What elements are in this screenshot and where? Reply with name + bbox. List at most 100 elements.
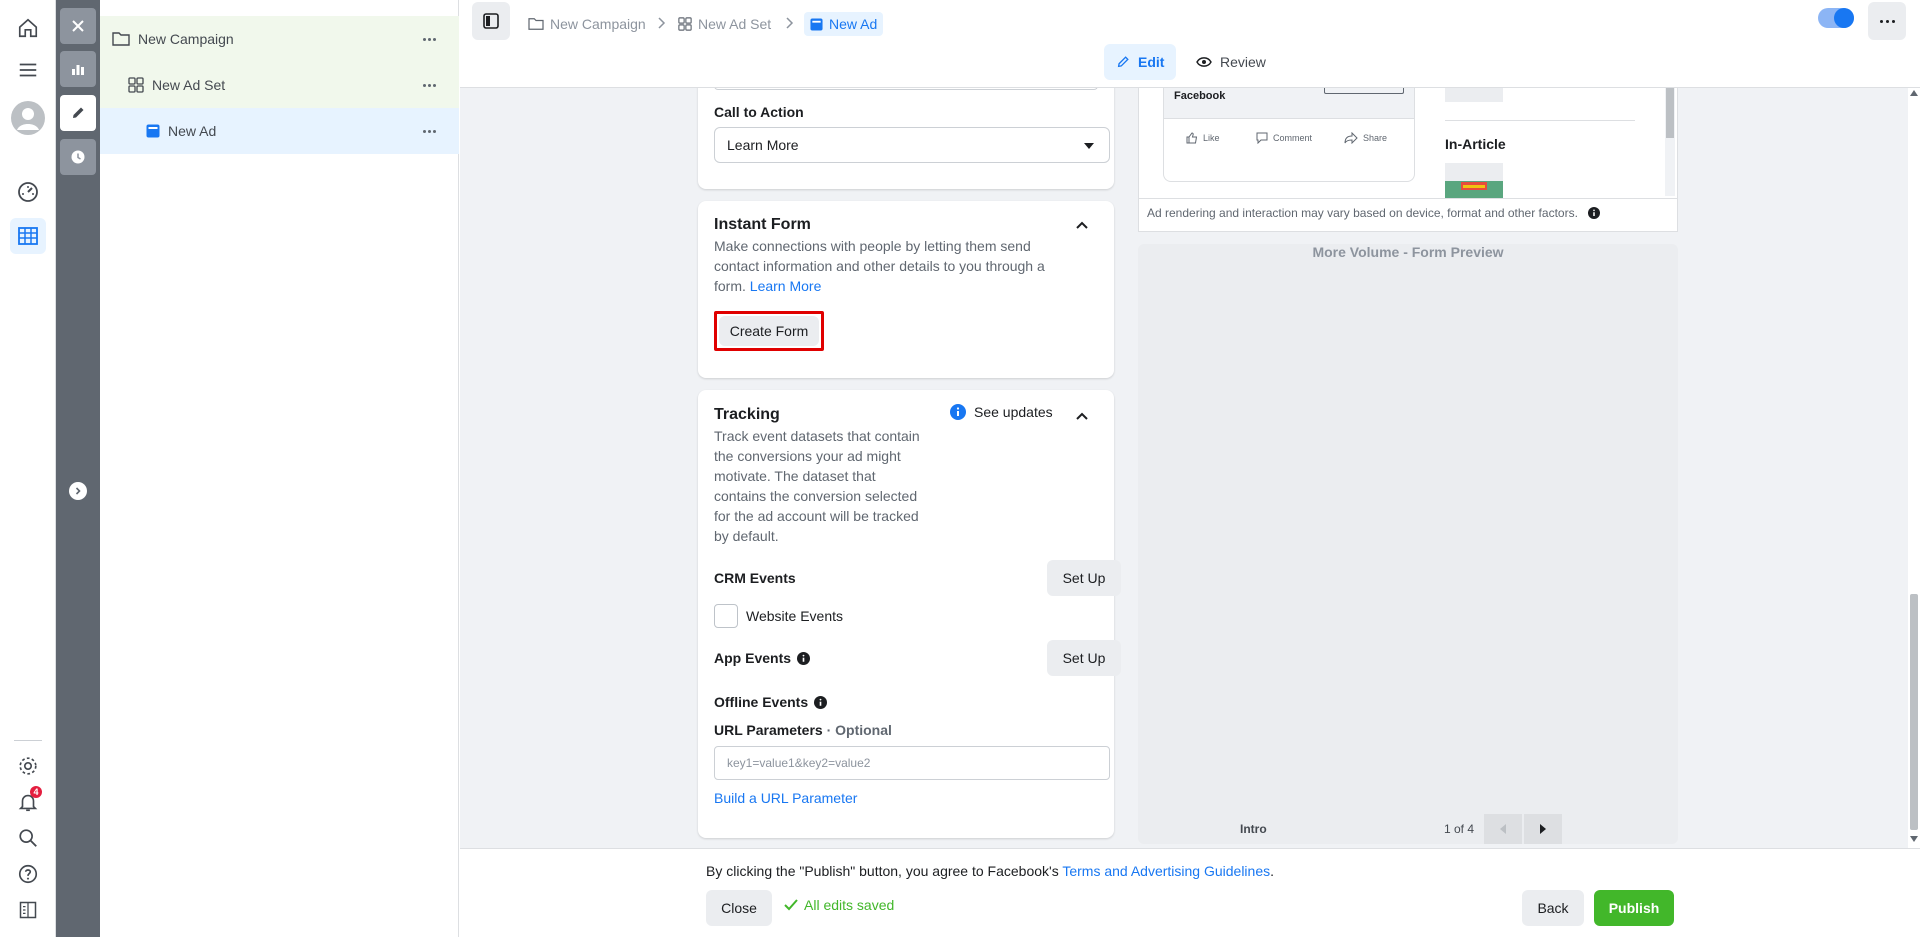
editor-rail — [56, 0, 100, 937]
instant-form-learn-more-link[interactable]: Learn More — [750, 278, 822, 294]
scrollbar-thumb[interactable] — [1910, 594, 1918, 830]
see-updates-link[interactable]: See updates — [950, 404, 1053, 420]
tree-label-adset: New Ad Set — [152, 77, 226, 93]
folder-icon — [528, 18, 544, 30]
build-url-parameter-link[interactable]: Build a URL Parameter — [714, 790, 857, 806]
crm-events-setup-button[interactable]: Set Up — [1047, 560, 1121, 596]
bar-chart-icon[interactable] — [60, 51, 96, 87]
global-nav: 4 — [0, 0, 56, 937]
url-params-input[interactable]: key1=value1&key2=value2 — [714, 746, 1110, 780]
home-icon[interactable] — [10, 10, 46, 46]
breadcrumb-ad[interactable]: New Ad — [804, 12, 884, 36]
placement-thumbnail[interactable] — [1445, 163, 1503, 198]
ads-manager-table-icon[interactable] — [10, 218, 46, 254]
notification-badge: 4 — [30, 786, 42, 798]
form-preview-panel: More Volume - Form Preview Intro 1 of 4 — [1138, 244, 1678, 844]
nav-divider — [14, 740, 42, 741]
menu-icon[interactable] — [10, 52, 46, 88]
feed-comment: Comment — [1256, 132, 1312, 144]
sidebar-toggle-icon[interactable] — [472, 2, 510, 40]
ad-status-toggle[interactable] — [1818, 8, 1854, 28]
tracking-card: Tracking See updates Track event dataset… — [698, 390, 1121, 838]
more-options-icon[interactable] — [419, 29, 439, 49]
tree-item-adset[interactable]: New Ad Set — [100, 62, 459, 108]
folder-icon — [112, 32, 130, 46]
tab-review-label: Review — [1220, 54, 1266, 70]
app-events-row: App Events — [714, 650, 811, 666]
form-prev-button[interactable] — [1484, 814, 1522, 844]
notifications-bell-icon[interactable]: 4 — [10, 784, 46, 820]
panel-toggle-icon[interactable] — [10, 892, 46, 928]
scroll-down-icon[interactable] — [1910, 836, 1918, 842]
tab-review[interactable]: Review — [1184, 44, 1278, 80]
more-options-icon[interactable] — [419, 121, 439, 141]
breadcrumb-adset[interactable]: New Ad Set — [678, 12, 771, 36]
dashboard-gauge-icon[interactable] — [10, 174, 46, 210]
check-icon — [784, 899, 798, 911]
settings-gear-icon[interactable] — [10, 748, 46, 784]
main-scrollbar[interactable] — [1908, 88, 1920, 848]
chevron-right-icon — [1540, 824, 1546, 834]
create-form-button[interactable]: Create Form — [719, 316, 819, 346]
url-params-label-row: URL Parameters · Optional — [714, 722, 892, 738]
ad-set-grid-icon — [128, 77, 144, 93]
disclaimer-prefix: By clicking the "Publish" button, you ag… — [706, 863, 1063, 879]
close-icon[interactable] — [60, 8, 96, 44]
form-page-counter: 1 of 4 — [1444, 822, 1475, 836]
search-icon[interactable] — [10, 820, 46, 856]
app-events-setup-button[interactable]: Set Up — [1047, 640, 1121, 676]
placements-scrollbar[interactable] — [1665, 88, 1675, 196]
close-button[interactable]: Close — [706, 890, 772, 926]
feed-preview-card: Facebook Like Comment Share — [1163, 88, 1415, 182]
crm-events-label: CRM Events — [714, 570, 796, 586]
terms-link[interactable]: Terms and Advertising Guidelines — [1062, 863, 1270, 879]
help-icon[interactable] — [10, 856, 46, 892]
breadcrumb-campaign[interactable]: New Campaign — [528, 12, 646, 36]
feed-share: Share — [1344, 132, 1387, 144]
breadcrumb-ad-label: New Ad — [829, 16, 878, 32]
back-button[interactable]: Back — [1522, 890, 1584, 926]
cta-value: Learn More — [727, 137, 799, 153]
info-icon[interactable] — [1587, 207, 1600, 219]
publish-disclaimer: By clicking the "Publish" button, you ag… — [706, 863, 1274, 879]
tab-edit-label: Edit — [1138, 54, 1165, 70]
info-icon[interactable] — [797, 651, 811, 665]
comment-icon — [1256, 132, 1268, 144]
tree-item-campaign[interactable]: New Campaign — [100, 16, 459, 62]
placement-thumb-prev — [1445, 88, 1503, 102]
scroll-up-icon[interactable] — [1910, 90, 1918, 96]
expand-chevron-icon[interactable] — [69, 482, 87, 500]
collapse-chevron-icon[interactable] — [1076, 412, 1088, 420]
chevron-right-icon — [658, 17, 666, 29]
form-next-button[interactable] — [1524, 814, 1562, 844]
chevron-right-icon — [786, 17, 794, 29]
avatar[interactable] — [10, 100, 46, 136]
history-clock-icon[interactable] — [60, 139, 96, 175]
top-bar: New Campaign New Ad Set New Ad Edit Revi… — [460, 0, 1920, 88]
url-params-optional: · Optional — [822, 722, 892, 738]
publish-button[interactable]: Publish — [1594, 890, 1674, 926]
caret-down-icon — [1084, 143, 1094, 149]
more-actions-button[interactable] — [1868, 2, 1906, 40]
cta-select[interactable]: Learn More — [714, 127, 1110, 163]
info-icon[interactable] — [814, 695, 828, 709]
cta-label: Call to Action — [714, 104, 804, 120]
feed-like: Like — [1186, 132, 1220, 144]
placement-label: In-Article — [1445, 136, 1506, 152]
create-form-highlight: Create Form — [714, 311, 824, 351]
feed-share-label: Share — [1363, 133, 1388, 143]
website-events-checkbox[interactable] — [714, 604, 738, 628]
collapse-chevron-icon[interactable] — [1076, 221, 1088, 229]
app-events-label: App Events — [714, 650, 792, 666]
url-params-placeholder: key1=value1&key2=value2 — [727, 756, 871, 770]
preview-note: Ad rendering and interaction may vary ba… — [1147, 206, 1600, 220]
tree-item-ad[interactable]: New Ad — [100, 108, 459, 154]
tree-label-ad: New Ad — [168, 123, 217, 139]
tab-edit[interactable]: Edit — [1104, 44, 1177, 80]
tracking-description: Track event datasets that contain the co… — [714, 428, 920, 544]
more-options-icon[interactable] — [419, 75, 439, 95]
pencil-icon — [1117, 56, 1129, 68]
chevron-left-icon — [1500, 824, 1506, 834]
eye-icon — [1196, 57, 1212, 67]
edit-pencil-icon[interactable] — [60, 95, 96, 131]
